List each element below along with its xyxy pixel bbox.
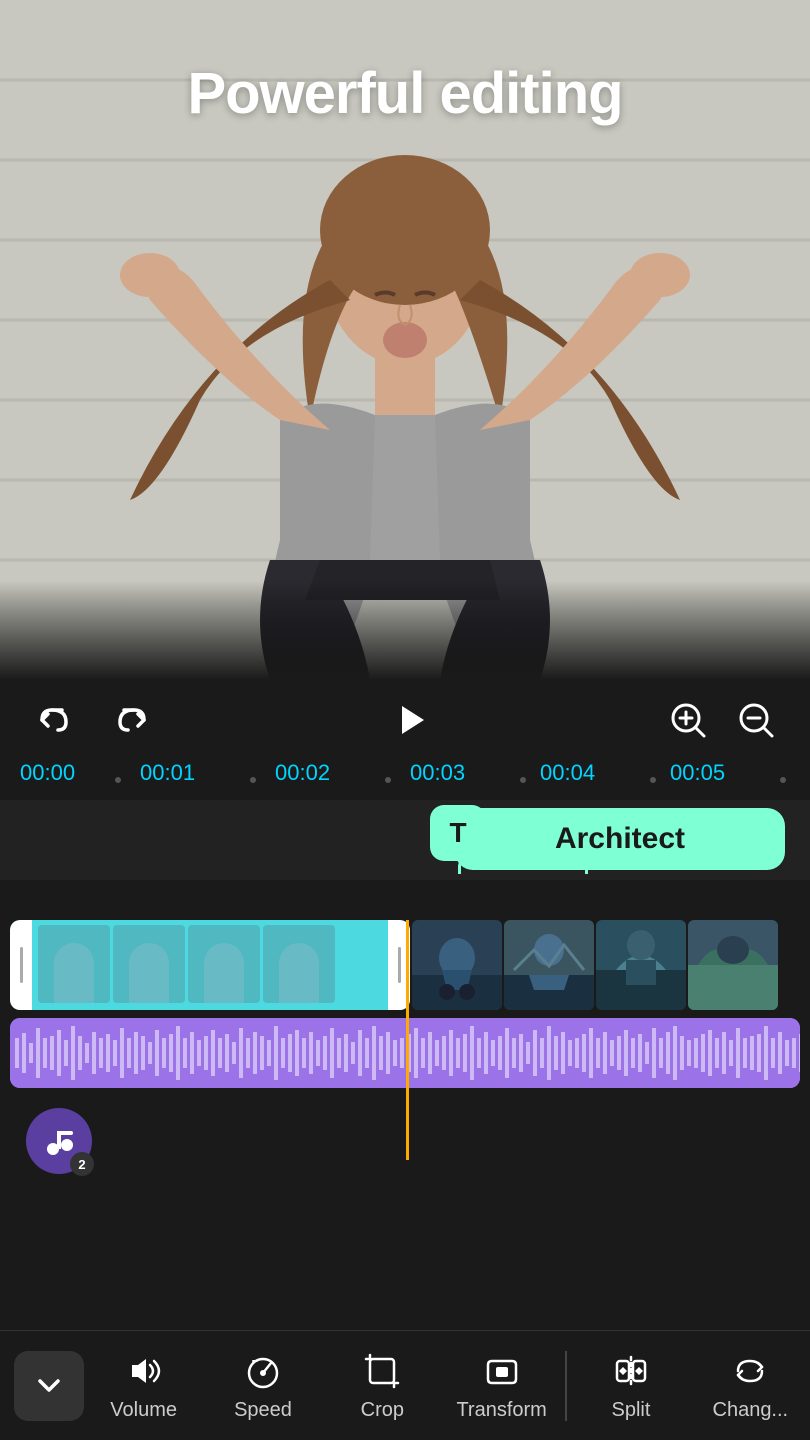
tool-volume[interactable]: Volume — [84, 1331, 203, 1440]
video-preview: Powerful editing — [0, 0, 810, 680]
music-badge: 2 — [70, 1152, 94, 1176]
cyan-thumbnails — [10, 920, 410, 1010]
crop-icon — [360, 1349, 404, 1393]
redo-button[interactable] — [108, 696, 156, 744]
video-thumb-4 — [263, 925, 335, 1003]
undo-button[interactable] — [30, 696, 78, 744]
ruler-dot-5 — [650, 777, 656, 783]
video-thumb-1 — [38, 925, 110, 1003]
text-bubble[interactable]: Architect — [455, 808, 785, 870]
tool-change[interactable]: Chang... — [691, 1331, 810, 1440]
ruler-dot-1 — [115, 777, 121, 783]
tool-change-label: Chang... — [713, 1399, 789, 1422]
playback-toolbar — [0, 680, 810, 760]
text-overlay-icon[interactable]: T — [430, 805, 486, 861]
playhead — [406, 920, 409, 1160]
timestamp-2: 00:02 — [275, 760, 330, 786]
ruler-dot-2 — [250, 777, 256, 783]
tool-speed[interactable]: Speed — [203, 1331, 322, 1440]
handle-grip — [20, 947, 23, 983]
dark-thumb-2 — [504, 920, 594, 1010]
video-clip-cyan[interactable] — [10, 920, 410, 1010]
video-title: Powerful editing — [0, 60, 810, 127]
zoom-in-button[interactable] — [664, 696, 712, 744]
zoom-out-button[interactable] — [732, 696, 780, 744]
collapse-button[interactable] — [14, 1351, 84, 1421]
tool-crop[interactable]: Crop — [323, 1331, 442, 1440]
dark-thumb-1 — [412, 920, 502, 1010]
tool-transform-label: Transform — [456, 1399, 546, 1422]
toolbar-divider — [565, 1351, 567, 1421]
clip-handle-left[interactable] — [10, 920, 32, 1010]
change-icon — [728, 1349, 772, 1393]
music-clip[interactable]: 2 — [26, 1108, 92, 1174]
video-track[interactable] — [10, 920, 800, 1010]
timestamp-1: 00:01 — [140, 760, 195, 786]
video-thumb-3 — [188, 925, 260, 1003]
volume-icon — [122, 1349, 166, 1393]
timeline-ruler[interactable]: 00:00 00:01 00:02 00:03 00:04 00:05 — [0, 760, 810, 800]
handle-grip-right — [398, 947, 401, 983]
music-section: 2 — [10, 1100, 800, 1174]
tracks-container: 2 — [0, 920, 810, 1182]
tool-split-label: Split — [612, 1399, 651, 1422]
timestamp-0: 00:00 — [20, 760, 75, 786]
speed-icon — [241, 1349, 285, 1393]
split-icon — [609, 1349, 653, 1393]
ruler-dot-3 — [385, 777, 391, 783]
tool-crop-label: Crop — [361, 1399, 404, 1422]
timestamp-5: 00:05 — [670, 760, 725, 786]
dark-thumb-4 — [688, 920, 778, 1010]
ruler-dot-4 — [520, 777, 526, 783]
tool-split[interactable]: Split — [571, 1331, 690, 1440]
tool-volume-label: Volume — [110, 1399, 177, 1422]
audio-track[interactable] — [10, 1018, 800, 1088]
text-icon-T: T — [449, 817, 466, 849]
ruler-dot-6 — [780, 777, 786, 783]
video-thumb-2 — [113, 925, 185, 1003]
transform-icon — [480, 1349, 524, 1393]
timestamp-3: 00:03 — [410, 760, 465, 786]
tool-speed-label: Speed — [234, 1399, 292, 1422]
timestamp-4: 00:04 — [540, 760, 595, 786]
bottom-toolbar: Volume Speed Crop — [0, 1330, 810, 1440]
tool-transform[interactable]: Transform — [442, 1331, 561, 1440]
text-overlay-section: T Architect — [0, 800, 810, 920]
video-clip-dark[interactable] — [412, 920, 778, 1010]
text-overlay-label: Architect — [555, 822, 685, 856]
audio-waveform — [10, 1018, 800, 1088]
dark-thumb-3 — [596, 920, 686, 1010]
play-button[interactable] — [382, 692, 438, 748]
